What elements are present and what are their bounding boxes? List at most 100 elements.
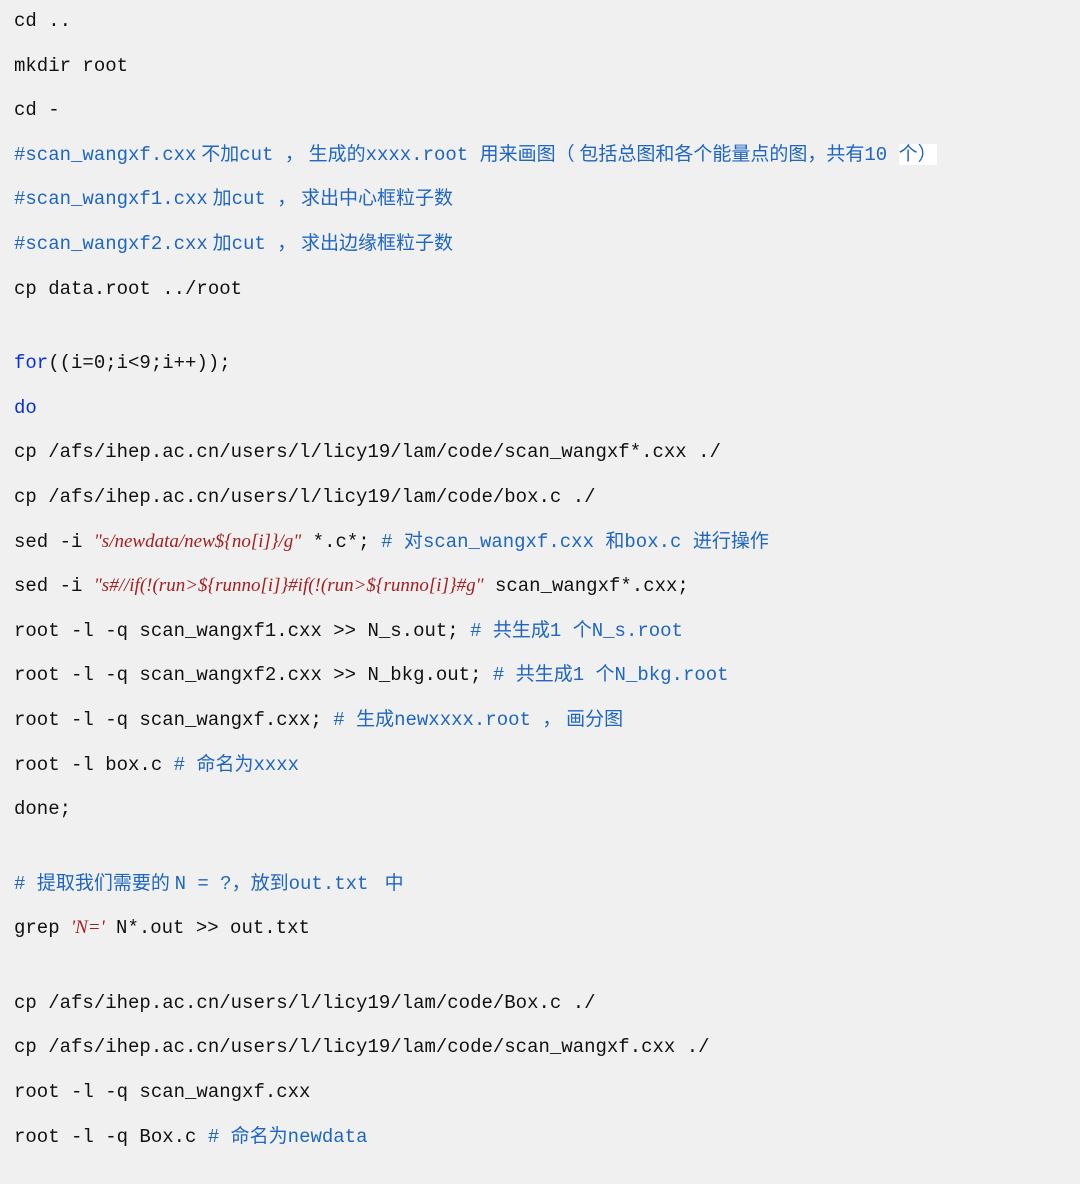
string-text: "s/newdata/new${no[i]}/g" <box>94 531 301 552</box>
code-line: cp data.root ../root <box>14 272 1066 317</box>
code-text: root -l -q scan_wangxf2.cxx >> N_bkg.out… <box>14 664 493 686</box>
code-text: grep <box>14 917 71 939</box>
code-line: do <box>14 391 1066 436</box>
code-text: scan_wangxf*.cxx; <box>484 575 689 597</box>
comment-text: # <box>174 754 197 776</box>
code-text: root -l -q scan_wangxf.cxx; <box>14 709 333 731</box>
comment-text: 1 <box>573 664 596 686</box>
code-line: #scan_wangxf2.cxx 加cut ， 求出边缘框粒子数 <box>14 227 1066 272</box>
comment-text: 10 <box>864 144 898 166</box>
comment-text: out.txt <box>289 873 380 895</box>
comment-text: N_bkg.root <box>615 664 729 686</box>
code-block: cd .. mkdir root cd - #scan_wangxf.cxx 不… <box>0 0 1080 1184</box>
code-text: sed -i <box>14 575 94 597</box>
comment-text: ， 画分图 <box>542 709 623 730</box>
string-text: "s#//if(!(run>${runno[i]}#if(!(run>${run… <box>94 575 484 596</box>
code-line: mkdir root <box>14 49 1066 94</box>
code-line: for((i=0;i<9;i++)); <box>14 346 1066 391</box>
code-line: sed -i "s#//if(!(run>${runno[i]}#if(!(ru… <box>14 569 1066 614</box>
comment-text: # <box>14 873 37 895</box>
code-line: cp /afs/ihep.ac.cn/users/l/licy19/lam/co… <box>14 986 1066 1031</box>
comment-text: xxxx <box>253 754 299 776</box>
comment-text: # <box>208 1126 231 1148</box>
comment-text: ，放到 <box>232 873 289 894</box>
blank-line <box>14 956 1066 986</box>
comment-text: 个 <box>596 664 615 685</box>
code-text: cp data.root ../root <box>14 278 242 300</box>
comment-text: # <box>333 709 356 731</box>
comment-text: ， 生成的 <box>285 144 366 165</box>
code-line: cd .. <box>14 4 1066 49</box>
code-line: done; <box>14 792 1066 837</box>
comment-text: 不加 <box>196 144 239 165</box>
comment-text: 提取我们需要的 <box>37 873 175 894</box>
code-text: root -l box.c <box>14 754 174 776</box>
comment-text: 用来画图（ 包括总图和各个能量点的图，共有 <box>480 144 865 165</box>
code-text: cp /afs/ihep.ac.cn/users/l/licy19/lam/co… <box>14 441 721 463</box>
comment-text: #scan_wangxf.cxx <box>14 144 196 166</box>
comment-text: 个 <box>573 620 592 641</box>
comment-text: 命名为 <box>196 754 253 775</box>
string-text: 'N=' <box>71 917 105 938</box>
code-line: root -l -q scan_wangxf.cxx <box>14 1075 1066 1120</box>
comment-text: cut <box>232 233 278 255</box>
comment-text: 中 <box>380 873 404 894</box>
comment-text: #scan_wangxf2.cxx <box>14 233 208 255</box>
comment-text: 生成 <box>356 709 394 730</box>
code-text: root -l -q Box.c <box>14 1126 208 1148</box>
comment-text: # <box>470 620 493 642</box>
code-line: # 提取我们需要的 N = ?，放到out.txt 中 <box>14 867 1066 912</box>
highlighted-text: 个） <box>899 144 937 165</box>
comment-text: scan_wangxf.cxx <box>423 531 605 553</box>
keyword-text: for <box>14 352 48 374</box>
code-text: cp /afs/ihep.ac.cn/users/l/licy19/lam/co… <box>14 486 596 508</box>
code-text: N*.out >> out.txt <box>105 917 310 939</box>
code-text: root -l -q scan_wangxf1.cxx >> N_s.out; <box>14 620 470 642</box>
code-line: #scan_wangxf1.cxx 加cut ， 求出中心框粒子数 <box>14 182 1066 227</box>
comment-text: 进行操作 <box>693 531 769 552</box>
comment-text: box.c <box>624 531 692 553</box>
code-line: root -l box.c # 命名为xxxx <box>14 748 1066 793</box>
comment-text: 对 <box>404 531 423 552</box>
code-text: *.c*; <box>301 531 381 553</box>
comment-text: 加 <box>208 233 232 254</box>
comment-text: ， 求出中心框粒子数 <box>277 188 453 209</box>
code-text: done; <box>14 798 71 820</box>
code-line: cp /afs/ihep.ac.cn/users/l/licy19/lam/co… <box>14 435 1066 480</box>
code-line: root -l -q scan_wangxf.cxx; # 生成newxxxx.… <box>14 703 1066 748</box>
code-text: mkdir root <box>14 55 128 77</box>
code-line: root -l -q Box.c # 命名为newdata <box>14 1120 1066 1165</box>
code-line: root -l -q scan_wangxf1.cxx >> N_s.out; … <box>14 614 1066 659</box>
code-line: grep 'N=' N*.out >> out.txt <box>14 911 1066 956</box>
comment-text: 1 <box>550 620 573 642</box>
code-line: root -l -q scan_wangxf2.cxx >> N_bkg.out… <box>14 658 1066 703</box>
code-text: cp /afs/ihep.ac.cn/users/l/licy19/lam/co… <box>14 1036 710 1058</box>
code-line: cp /afs/ihep.ac.cn/users/l/licy19/lam/co… <box>14 480 1066 525</box>
code-text: cd .. <box>14 10 71 32</box>
code-text: sed -i <box>14 531 94 553</box>
comment-text: 共生成 <box>493 620 550 641</box>
code-line: cd - <box>14 93 1066 138</box>
code-text: ((i=0;i<9;i++)); <box>48 352 230 374</box>
comment-text: 命名为 <box>231 1126 288 1147</box>
code-line: sed -i "s/newdata/new${no[i]}/g" *.c*; #… <box>14 525 1066 570</box>
comment-text: newxxxx.root <box>394 709 542 731</box>
comment-text: # <box>381 531 404 553</box>
comment-text: # <box>493 664 516 686</box>
comment-text: N = ? <box>175 873 232 895</box>
comment-text: newdata <box>288 1126 368 1148</box>
comment-text: N_s.root <box>592 620 683 642</box>
comment-text: 和 <box>605 531 624 552</box>
code-text: cd - <box>14 99 60 121</box>
comment-text: #scan_wangxf1.cxx <box>14 188 208 210</box>
comment-text: 共生成 <box>516 664 573 685</box>
blank-line <box>14 837 1066 867</box>
comment-text: 加 <box>208 188 232 209</box>
code-line: cp /afs/ihep.ac.cn/users/l/licy19/lam/co… <box>14 1030 1066 1075</box>
code-text: root -l -q scan_wangxf.cxx <box>14 1081 310 1103</box>
comment-text: cut <box>232 188 278 210</box>
comment-text: xxxx.root <box>366 144 480 166</box>
comment-text: cut <box>239 144 285 166</box>
comment-text: ， 求出边缘框粒子数 <box>277 233 453 254</box>
keyword-text: do <box>14 397 37 419</box>
